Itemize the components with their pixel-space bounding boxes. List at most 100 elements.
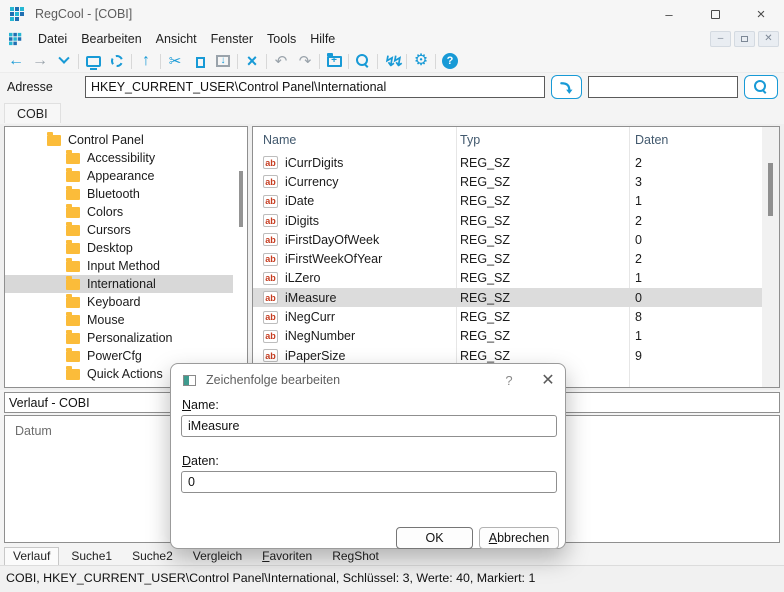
- string-value-icon: [263, 253, 278, 266]
- help-button[interactable]: ?: [438, 51, 462, 72]
- up-arrow-icon: ↑: [142, 53, 150, 69]
- tree-item-accessibility[interactable]: Accessibility: [5, 149, 233, 167]
- menu-hilfe[interactable]: Hilfe: [304, 30, 341, 48]
- tree-item-mouse[interactable]: Mouse: [5, 311, 233, 329]
- column-header-name[interactable]: Name: [263, 133, 456, 147]
- redo-icon: ↷: [299, 52, 312, 70]
- menu-ansicht[interactable]: Ansicht: [150, 30, 203, 48]
- goto-address-button[interactable]: [551, 75, 582, 99]
- mdi-restore-button[interactable]: [734, 31, 755, 47]
- string-value-icon: [263, 272, 278, 285]
- bottom-tab-vergleich[interactable]: Vergleich: [185, 548, 250, 565]
- value-row-iNegNumber[interactable]: iNegNumber REG_SZ 1: [253, 327, 779, 346]
- quick-search-input[interactable]: [588, 76, 738, 98]
- settings-button[interactable]: ⚙: [409, 51, 433, 72]
- value-row-iFirstWeekOfYear[interactable]: iFirstWeekOfYear REG_SZ 2: [253, 249, 779, 268]
- string-value-icon: [263, 233, 278, 246]
- minimize-button[interactable]: –: [646, 0, 692, 28]
- value-row-iDate[interactable]: iDate REG_SZ 1: [253, 192, 779, 211]
- close-button[interactable]: ×: [738, 0, 784, 28]
- table-header: Name Typ Daten: [253, 127, 779, 153]
- divider: [237, 54, 238, 69]
- parent-key-button[interactable]: ↑: [134, 51, 158, 72]
- value-row-iLZero[interactable]: iLZero REG_SZ 1: [253, 269, 779, 288]
- value-row-iNegCurr[interactable]: iNegCurr REG_SZ 8: [253, 307, 779, 326]
- compare-button[interactable]: ↯↯: [380, 51, 404, 72]
- menu-datei[interactable]: Datei: [32, 30, 73, 48]
- tree-item-input-method[interactable]: Input Method: [5, 257, 233, 275]
- folder-icon: [66, 369, 80, 380]
- copy-button[interactable]: [187, 51, 211, 72]
- menubar: Datei Bearbeiten Ansicht Fenster Tools H…: [0, 28, 784, 50]
- menu-bearbeiten[interactable]: Bearbeiten: [75, 30, 147, 48]
- folder-icon: [66, 153, 80, 164]
- tree-item-international[interactable]: International: [5, 275, 233, 293]
- string-value-icon: [263, 195, 278, 208]
- column-header-daten[interactable]: Daten: [629, 133, 779, 147]
- search-button[interactable]: [351, 51, 375, 72]
- vertical-scrollbar-thumb[interactable]: [239, 171, 243, 227]
- cut-button[interactable]: ✂: [163, 51, 187, 72]
- tree-item-desktop[interactable]: Desktop: [5, 239, 233, 257]
- mdi-minimize-button[interactable]: –: [710, 31, 731, 47]
- tree-item-cursors[interactable]: Cursors: [5, 221, 233, 239]
- value-row-iMeasure[interactable]: iMeasure REG_SZ 0: [253, 288, 762, 307]
- value-row-iCurrency[interactable]: iCurrency REG_SZ 3: [253, 172, 779, 191]
- back-button[interactable]: ←: [4, 51, 28, 72]
- computer-button[interactable]: [81, 51, 105, 72]
- history-column-datum[interactable]: Datum: [15, 424, 52, 438]
- cut-icon: ✂: [169, 52, 182, 70]
- tree-item-colors[interactable]: Colors: [5, 203, 233, 221]
- values-table-panel: Name Typ Daten iCurrDigits REG_SZ 2 iCur…: [252, 126, 780, 388]
- bottom-tab-suche1[interactable]: Suche1: [63, 548, 120, 565]
- value-row-iDigits[interactable]: iDigits REG_SZ 2: [253, 211, 779, 230]
- bottom-tab-suche2[interactable]: Suche2: [124, 548, 181, 565]
- history-dropdown-button[interactable]: [52, 51, 76, 72]
- forward-button[interactable]: →: [28, 51, 52, 72]
- value-row-iCurrDigits[interactable]: iCurrDigits REG_SZ 2: [253, 153, 779, 172]
- redo-button[interactable]: ↷: [293, 51, 317, 72]
- cancel-button[interactable]: Abbrechen: [479, 527, 559, 549]
- bottom-tab-regshot[interactable]: RegShot: [324, 548, 387, 565]
- divider: [406, 54, 407, 69]
- folder-icon: [66, 189, 80, 200]
- folder-icon: [66, 243, 80, 254]
- tree-item-appearance[interactable]: Appearance: [5, 167, 233, 185]
- dialog-close-button[interactable]: ✕: [535, 368, 561, 392]
- undo-button[interactable]: ↶: [269, 51, 293, 72]
- menu-tools[interactable]: Tools: [261, 30, 302, 48]
- computer-icon: [86, 56, 101, 67]
- dialog-help-button[interactable]: ?: [499, 370, 519, 390]
- address-input[interactable]: [85, 76, 545, 98]
- tree-item-keyboard[interactable]: Keyboard: [5, 293, 233, 311]
- bottom-tab-favoriten[interactable]: Favoriten: [254, 548, 320, 565]
- divider: [319, 54, 320, 69]
- delete-button[interactable]: ×: [240, 51, 264, 72]
- bottom-tab-verlauf[interactable]: Verlauf: [4, 547, 59, 565]
- daten-field[interactable]: [181, 471, 557, 493]
- name-field[interactable]: [181, 415, 557, 437]
- quick-search-button[interactable]: [744, 75, 778, 99]
- paste-button[interactable]: ↓: [211, 51, 235, 72]
- regcool-logo-icon: [10, 6, 26, 22]
- dialog-icon: [183, 375, 196, 386]
- string-value-icon: [263, 156, 278, 169]
- column-header-typ[interactable]: Typ: [456, 133, 629, 147]
- tree-item-personalization[interactable]: Personalization: [5, 329, 233, 347]
- search-icon: [754, 80, 768, 94]
- tree-item-bluetooth[interactable]: Bluetooth: [5, 185, 233, 203]
- mdi-close-button[interactable]: ✕: [758, 31, 779, 47]
- value-row-iFirstDayOfWeek[interactable]: iFirstDayOfWeek REG_SZ 0: [253, 230, 779, 249]
- main-area: Control Panel Accessibility Appearance B…: [0, 124, 784, 390]
- maximize-button[interactable]: [692, 0, 738, 28]
- ok-button[interactable]: OK: [396, 527, 473, 549]
- jump-button[interactable]: [105, 51, 129, 72]
- new-key-button[interactable]: +: [322, 51, 346, 72]
- titlebar: RegCool - [COBI] – ×: [0, 0, 784, 28]
- vertical-scrollbar-thumb[interactable]: [768, 163, 773, 216]
- help-icon: ?: [442, 53, 458, 69]
- menu-fenster[interactable]: Fenster: [205, 30, 259, 48]
- divider: [131, 54, 132, 69]
- tree-item-control-panel[interactable]: Control Panel: [5, 131, 233, 149]
- tab-cobi[interactable]: COBI: [4, 103, 61, 123]
